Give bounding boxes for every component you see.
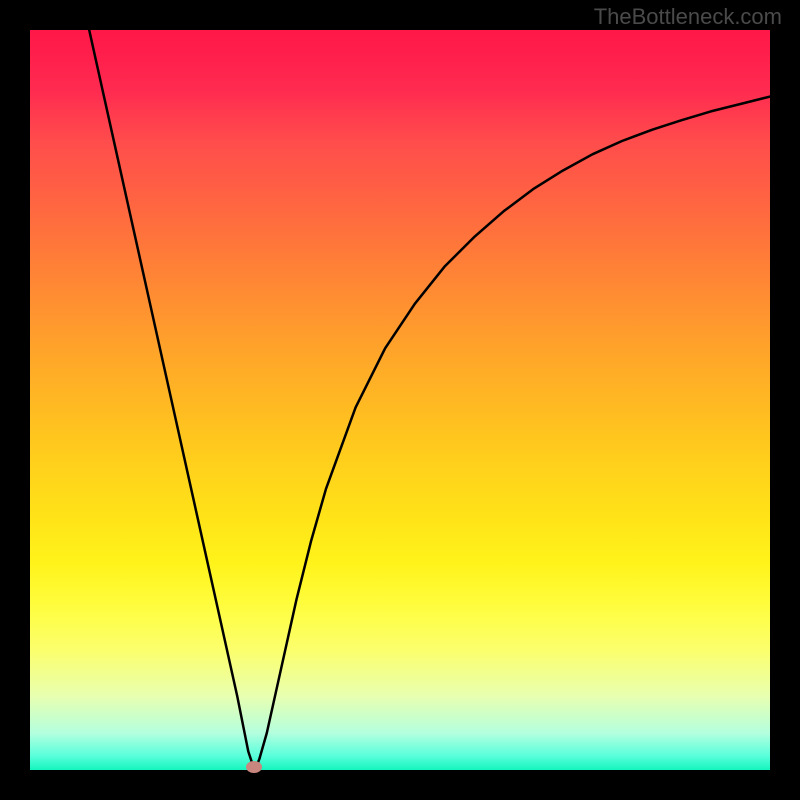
- bottleneck-curve: [30, 30, 770, 770]
- chart-plot-area: [30, 30, 770, 770]
- minimum-marker: [246, 761, 262, 773]
- watermark-text: TheBottleneck.com: [594, 4, 782, 30]
